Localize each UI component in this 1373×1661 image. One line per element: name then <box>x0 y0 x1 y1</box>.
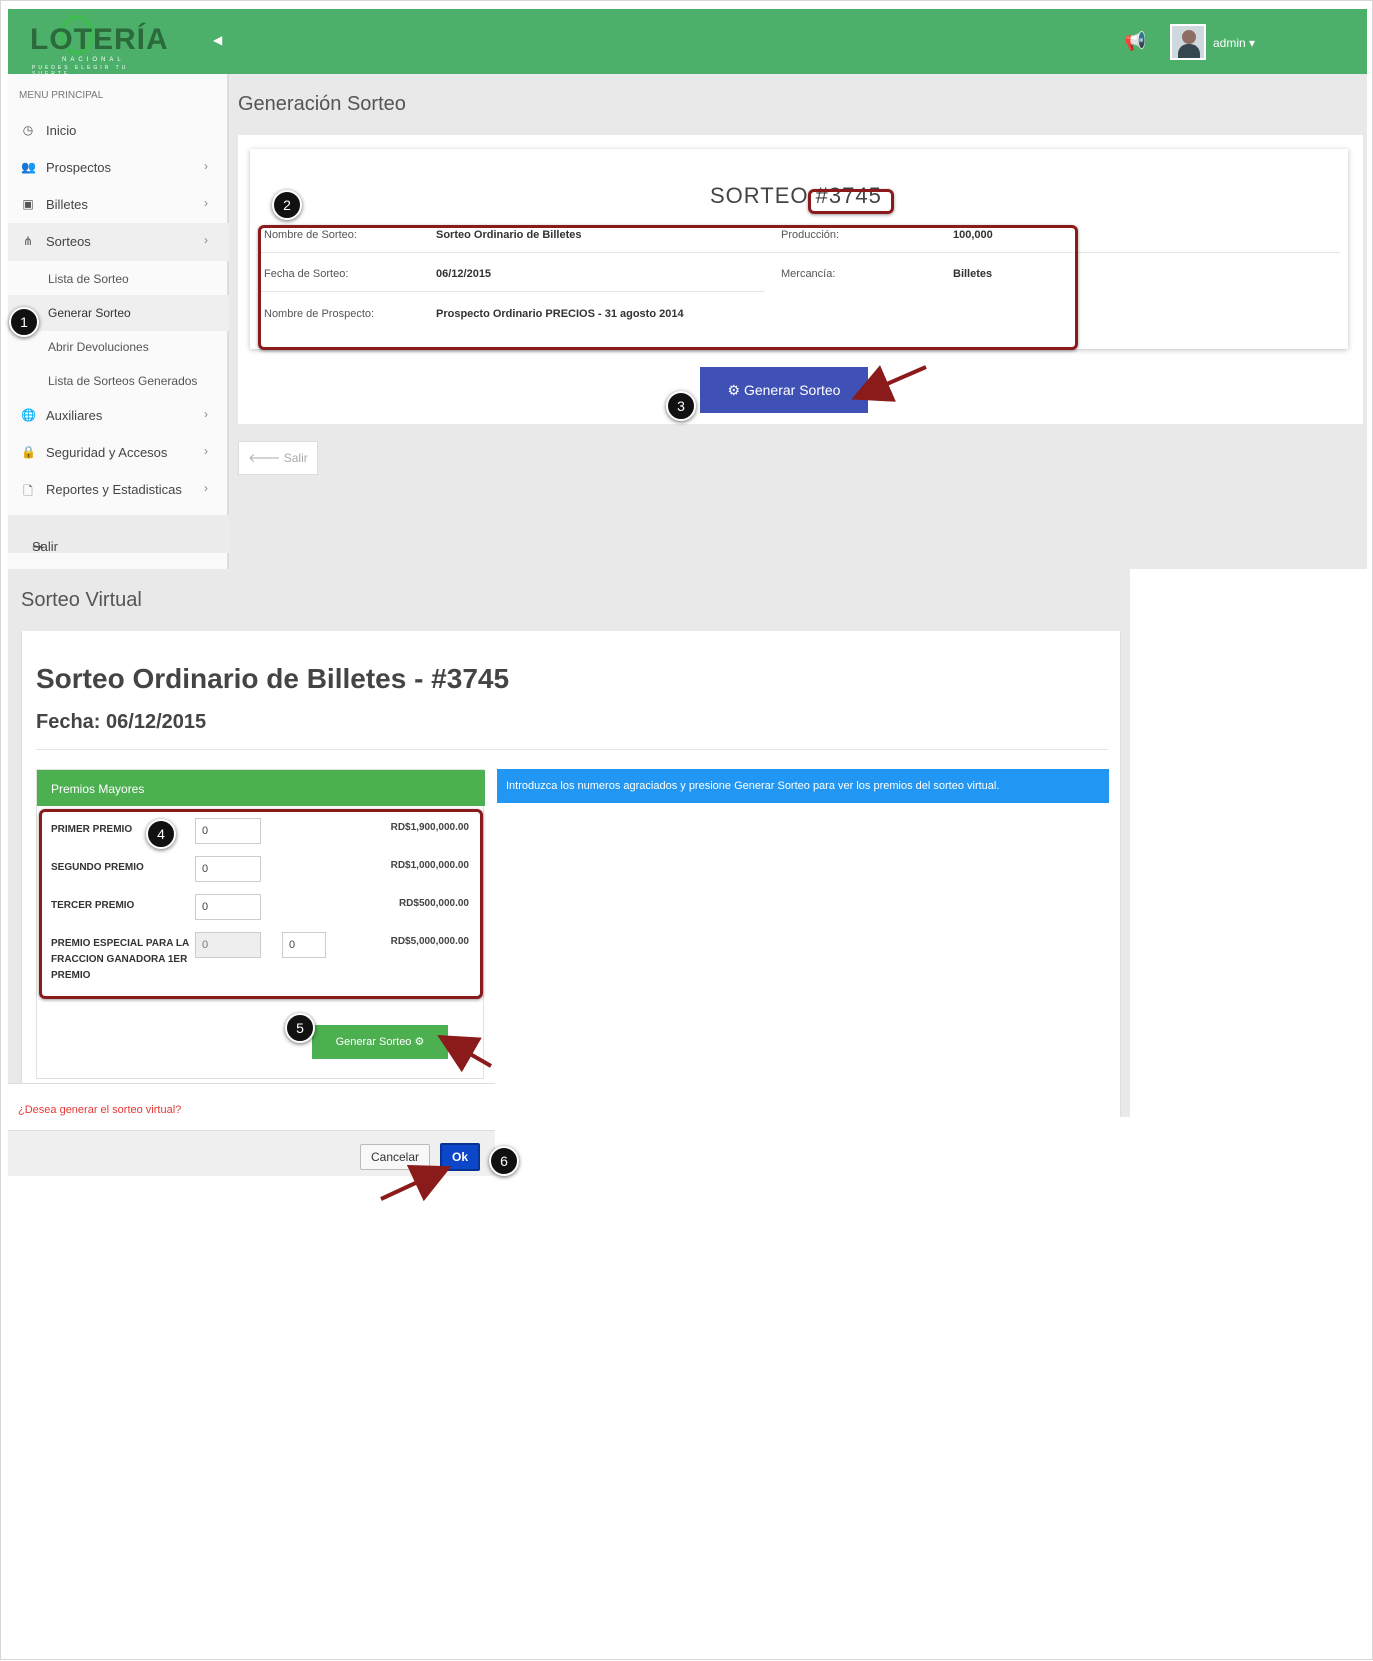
annotation-arrows <box>380 365 927 1202</box>
arrow-to-generar-virtual <box>437 1035 492 1073</box>
arrow-to-ok <box>380 1164 452 1202</box>
screenshot-frame: LOTERÍA NACIONAL PUEDES ELEGIR TU SUERTE… <box>0 0 1373 1660</box>
arrow-to-generar-sorteo <box>851 365 927 402</box>
